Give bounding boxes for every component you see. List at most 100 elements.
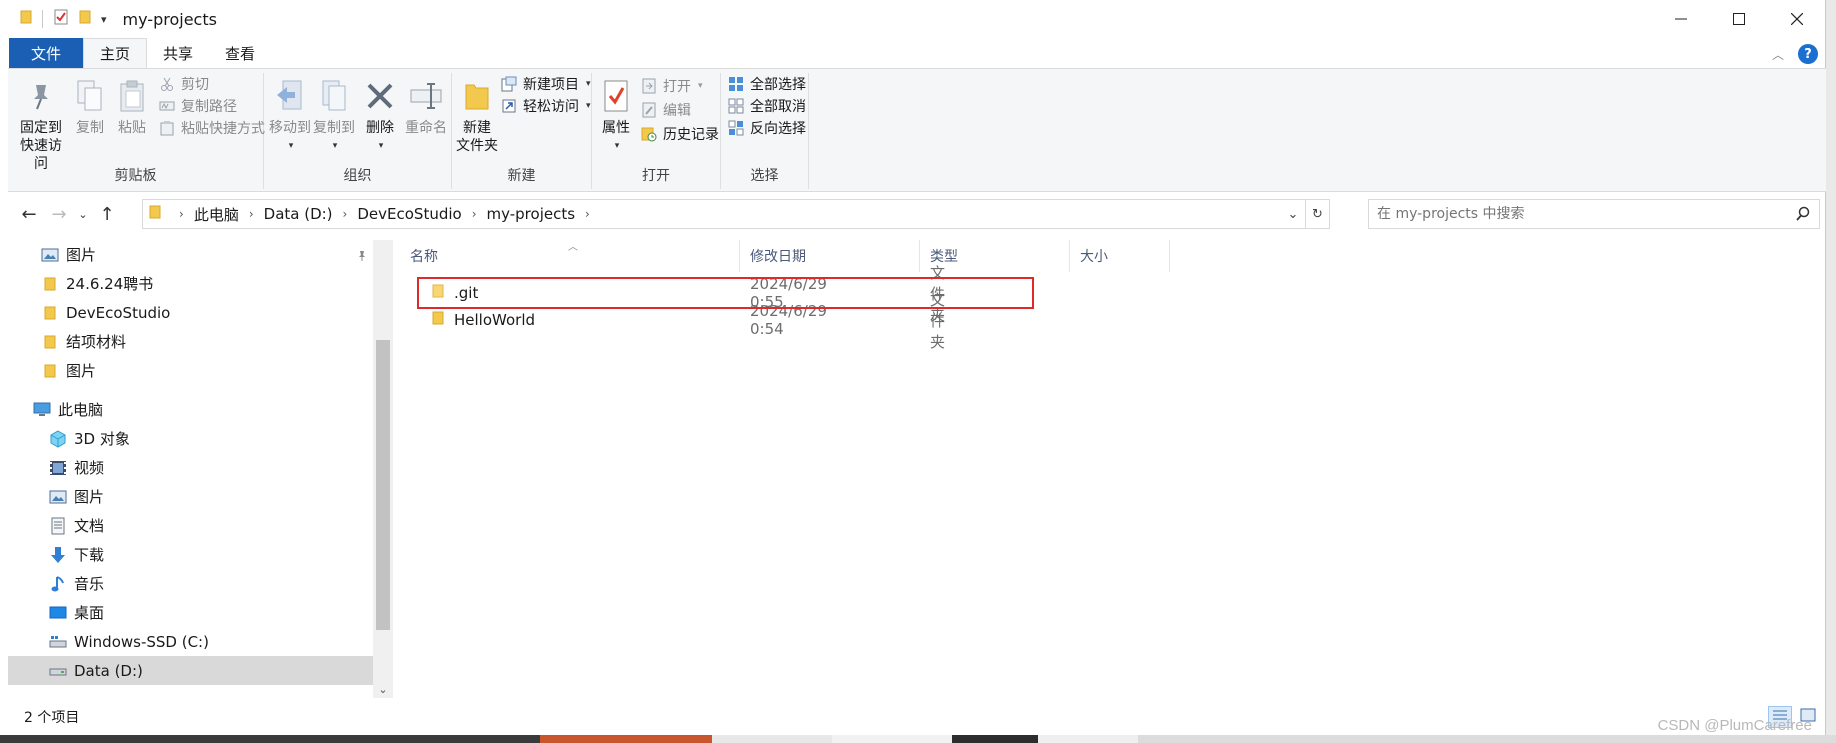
copy-path-icon [158,97,176,115]
nav-item-3d-objects[interactable]: 3D 对象 [8,424,373,453]
copy-path-button[interactable]: 复制路径 [158,95,237,117]
nav-item-pictures-library[interactable]: 图片 [8,482,373,511]
copy-to-button[interactable]: 复制到 ▾ [312,75,356,155]
search-box[interactable] [1368,199,1820,229]
copy-button[interactable]: 复制 [70,75,110,137]
select-none-button[interactable]: 全部取消 [727,95,806,117]
nav-item-music[interactable]: 音乐 [8,569,373,598]
new-folder-icon [457,75,497,117]
forward-button[interactable]: → [44,199,74,229]
minimize-icon [1675,18,1687,20]
tab-home[interactable]: 主页 [83,38,148,68]
new-item-button[interactable]: 新建项目 ▾ [500,73,591,95]
nav-item-downloads[interactable]: 下载 [8,540,373,569]
toolbar-divider [42,10,43,28]
nav-item-project-materials[interactable]: 结项材料 [8,327,373,356]
nav-item-devecostudio[interactable]: DevEcoStudio [8,298,373,327]
move-to-icon [270,75,310,117]
tab-file[interactable]: 文件 [9,38,84,68]
new-folder-button[interactable]: 新建 文件夹 [456,75,498,155]
new-item-icon [500,75,518,93]
refresh-button[interactable]: ↻ [1305,200,1329,228]
breadcrumb-separator-icon[interactable]: › [249,207,254,221]
recent-locations-button[interactable]: ⌄ [74,199,92,229]
tab-share[interactable]: 共享 [147,38,209,68]
close-icon [1791,13,1803,25]
search-icon[interactable] [1795,206,1811,226]
clipboard-group-label: 剪贴板 [114,168,157,184]
minimize-button[interactable] [1652,0,1710,38]
drive-icon [48,662,68,680]
breadcrumb-separator-icon[interactable]: › [472,207,477,221]
pin-to-quick-access-button[interactable]: 固定到 快速访问 [14,75,68,173]
pictures-icon [48,488,68,506]
new-folder-label-line1: 新建 [463,120,491,136]
nav-item-pictures-folder[interactable]: 图片 [8,356,373,385]
cut-button[interactable]: 剪切 [158,73,209,95]
edit-label: 编辑 [663,103,691,119]
video-icon [48,459,68,477]
breadcrumb-data-drive[interactable]: Data (D:) [264,205,333,223]
pinned-icon[interactable] [356,248,368,266]
nav-item-documents[interactable]: 文档 [8,511,373,540]
new-folder-icon[interactable] [79,9,91,29]
nav-item-desktop[interactable]: 桌面 [8,598,373,627]
paste-button[interactable]: 粘贴 [112,75,152,137]
copy-path-label: 复制路径 [181,99,237,115]
properties-button[interactable]: 属性 ▾ [596,75,636,155]
rename-label: 重命名 [405,120,447,136]
up-button[interactable]: ↑ [92,199,122,229]
breadcrumb-this-pc[interactable]: 此电脑 [194,204,239,225]
nav-pane-scrollbar[interactable]: ⌄ [373,240,393,698]
customize-toolbar-chevron-icon[interactable]: ▾ [101,13,107,26]
breadcrumb-devecostudio[interactable]: DevEcoStudio [357,205,461,223]
column-header-date[interactable]: 修改日期 [740,240,920,272]
invert-selection-button[interactable]: 反向选择 [727,117,806,139]
address-history-dropdown[interactable]: ⌄ [1281,200,1305,228]
easy-access-icon [500,97,518,115]
breadcrumb-separator-icon[interactable]: › [585,207,590,221]
address-bar[interactable]: › 此电脑 › Data (D:) › DevEcoStudio › my-pr… [142,199,1330,229]
close-button[interactable] [1768,0,1826,38]
paste-shortcut-icon [158,119,176,137]
address-bar-actions: ⌄ ↻ [1281,200,1329,228]
new-group-label: 新建 [507,168,536,184]
easy-access-button[interactable]: 轻松访问 ▾ [500,95,591,117]
properties-icon[interactable] [53,9,69,29]
delete-button[interactable]: 删除 ▾ [362,75,398,155]
chevron-down-icon: ⌄ [78,207,88,221]
column-header-size[interactable]: 大小 [1070,240,1170,272]
breadcrumb-separator-icon[interactable]: › [343,207,348,221]
breadcrumb-my-projects[interactable]: my-projects [487,205,576,223]
scroll-down-arrow-icon[interactable]: ⌄ [373,680,393,698]
search-input[interactable] [1377,206,1777,222]
paste-shortcut-button[interactable]: 粘贴快捷方式 [158,117,265,139]
rename-button[interactable]: 重命名 [402,75,450,137]
window-title: my-projects [122,9,217,29]
edit-button[interactable]: 编辑 [640,99,691,121]
nav-item-folder-certificate[interactable]: 24.6.24聘书 [8,269,373,298]
nav-item-label: 3D 对象 [74,430,130,448]
back-button[interactable]: ← [14,199,44,229]
nav-item-windows-ssd[interactable]: Windows-SSD (C:) [8,627,373,656]
nav-item-this-pc[interactable]: 此电脑 [8,395,373,424]
open-button[interactable]: 打开 ▾ [640,75,703,97]
arrow-right-icon: → [51,203,67,225]
nav-item-videos[interactable]: 视频 [8,453,373,482]
nav-item-data-drive[interactable]: Data (D:) [8,656,373,685]
scrollbar-thumb[interactable] [376,340,390,630]
collapse-ribbon-chevron-up-icon[interactable]: ︿ [1772,46,1784,63]
ribbon-right-controls: ︿ ? [1772,44,1818,64]
history-button[interactable]: 历史记录 [640,123,719,145]
folder-icon [40,304,60,322]
chevron-down-icon: ⌄ [1287,206,1299,222]
nav-item-pictures-quick[interactable]: 图片 [8,240,373,269]
move-to-button[interactable]: 移动到 ▾ [268,75,312,155]
tab-view[interactable]: 查看 [209,38,271,68]
breadcrumb-separator-icon[interactable]: › [179,207,184,221]
select-all-button[interactable]: 全部选择 [727,73,806,95]
select-none-label: 全部取消 [750,99,806,115]
maximize-button[interactable] [1710,0,1768,38]
help-icon[interactable]: ? [1798,44,1818,64]
item-count: 2 个项目 [24,709,80,726]
